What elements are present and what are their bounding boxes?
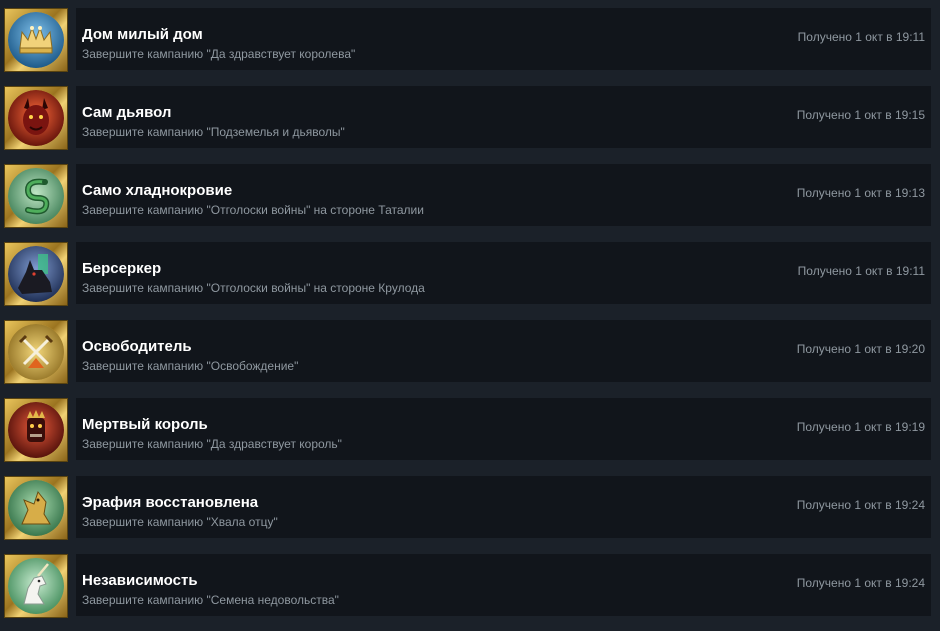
snake-icon xyxy=(8,168,64,224)
achievement-panel: Мертвый король Завершите кампанию "Да зд… xyxy=(76,398,931,460)
achievement-unlock-date: Получено 1 окт в 19:20 xyxy=(796,342,925,356)
achievement-icon-frame xyxy=(4,476,68,540)
achievement-description: Завершите кампанию "Освобождение" xyxy=(82,359,299,373)
achievement-title: Эрафия восстановлена xyxy=(82,494,259,511)
crossed-swords-icon xyxy=(8,324,64,380)
achievement-icon-frame xyxy=(4,398,68,462)
achievement-unlock-date: Получено 1 окт в 19:11 xyxy=(797,30,925,44)
achievement-unlock-date: Получено 1 окт в 19:15 xyxy=(796,108,925,122)
achievement-unlock-date: Получено 1 окт в 19:24 xyxy=(796,498,925,512)
achievement-panel: Освободитель Завершите кампанию "Освобож… xyxy=(76,320,931,382)
achievement-panel: Дом милый дом Завершите кампанию "Да здр… xyxy=(76,8,931,70)
achievement-icon-frame xyxy=(4,86,68,150)
dead-king-icon xyxy=(8,402,64,458)
achievement-description: Завершите кампанию "Семена недовольства" xyxy=(82,593,339,607)
achievement-icon-frame xyxy=(4,8,68,72)
achievement-row[interactable]: Мертвый король Завершите кампанию "Да зд… xyxy=(0,396,932,462)
achievement-row[interactable]: Сам дьявол Завершите кампанию "Подземель… xyxy=(0,84,932,150)
achievement-row[interactable]: Освободитель Завершите кампанию "Освобож… xyxy=(0,318,932,384)
achievement-title: Независимость xyxy=(82,572,198,589)
achievement-description: Завершите кампанию "Хвала отцу" xyxy=(82,515,278,529)
achievement-description: Завершите кампанию "Отголоски войны" на … xyxy=(82,281,425,295)
achievement-title: Само хладнокровие xyxy=(82,182,233,199)
achievement-title: Сам дьявол xyxy=(82,104,172,121)
achievement-unlock-date: Получено 1 окт в 19:24 xyxy=(796,576,925,590)
achievement-unlock-date: Получено 1 окт в 19:19 xyxy=(796,420,925,434)
achievement-icon-frame xyxy=(4,554,68,618)
achievement-description: Завершите кампанию "Подземелья и дьяволы… xyxy=(82,125,345,139)
wolf-icon xyxy=(8,246,64,302)
achievement-row[interactable]: Эрафия восстановлена Завершите кампанию … xyxy=(0,474,932,540)
crown-icon xyxy=(8,12,64,68)
achievement-description: Завершите кампанию "Да здравствует корол… xyxy=(82,437,342,451)
achievement-title: Освободитель xyxy=(82,338,192,355)
achievement-title: Берсеркер xyxy=(82,260,162,277)
achievement-panel: Независимость Завершите кампанию "Семена… xyxy=(76,554,931,616)
achievement-icon-frame xyxy=(4,242,68,306)
achievement-unlock-date: Получено 1 окт в 19:11 xyxy=(797,264,925,278)
achievement-panel: Эрафия восстановлена Завершите кампанию … xyxy=(76,476,931,538)
achievement-row[interactable]: Независимость Завершите кампанию "Семена… xyxy=(0,552,932,618)
achievement-icon-frame xyxy=(4,320,68,384)
achievement-unlock-date: Получено 1 окт в 19:13 xyxy=(796,186,925,200)
achievement-panel: Берсеркер Завершите кампанию "Отголоски … xyxy=(76,242,931,304)
achievement-icon-frame xyxy=(4,164,68,228)
achievement-row[interactable]: Дом милый дом Завершите кампанию "Да здр… xyxy=(0,6,932,72)
achievement-description: Завершите кампанию "Отголоски войны" на … xyxy=(82,203,424,217)
unicorn-icon xyxy=(8,558,64,614)
achievement-panel: Само хладнокровие Завершите кампанию "От… xyxy=(76,164,931,226)
devil-icon xyxy=(8,90,64,146)
achievement-row[interactable]: Берсеркер Завершите кампанию "Отголоски … xyxy=(0,240,932,306)
achievement-title: Дом милый дом xyxy=(82,26,203,43)
achievement-title: Мертвый король xyxy=(82,416,208,433)
achievement-panel: Сам дьявол Завершите кампанию "Подземель… xyxy=(76,86,931,148)
achievement-list: Дом милый дом Завершите кампанию "Да здр… xyxy=(0,0,940,631)
achievement-row[interactable]: Само хладнокровие Завершите кампанию "От… xyxy=(0,162,932,228)
achievement-description: Завершите кампанию "Да здравствует корол… xyxy=(82,47,356,61)
griffin-icon xyxy=(8,480,64,536)
